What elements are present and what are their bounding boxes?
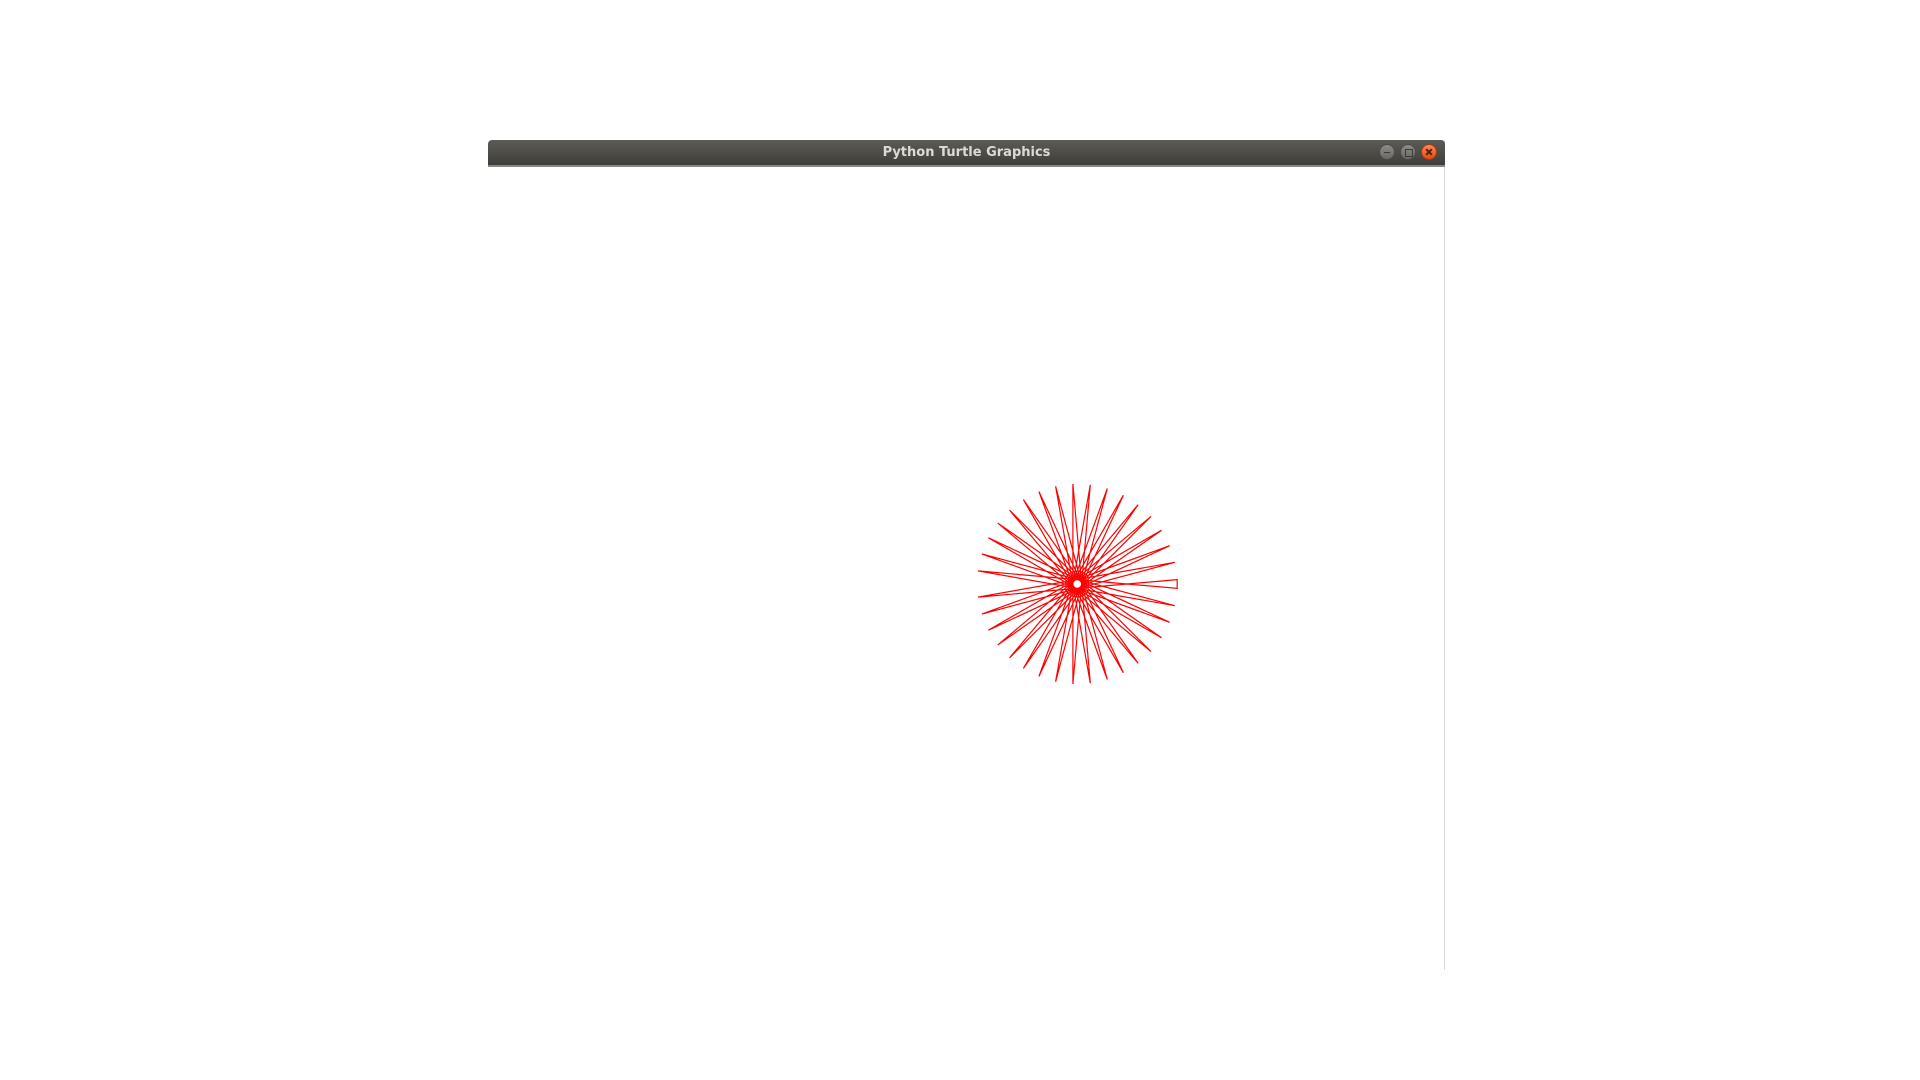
turtle-canvas[interactable] <box>488 167 1444 970</box>
close-button[interactable] <box>1421 144 1437 160</box>
maximize-button[interactable] <box>1400 144 1416 160</box>
window-controls <box>1379 144 1437 162</box>
star-shape <box>977 483 1178 685</box>
window-title: Python Turtle Graphics <box>882 145 1051 160</box>
turtle-window: Python Turtle Graphics <box>488 140 1445 970</box>
minimize-button[interactable] <box>1379 144 1395 160</box>
title-bar[interactable]: Python Turtle Graphics <box>488 140 1445 167</box>
turtle-drawing <box>977 483 1178 685</box>
